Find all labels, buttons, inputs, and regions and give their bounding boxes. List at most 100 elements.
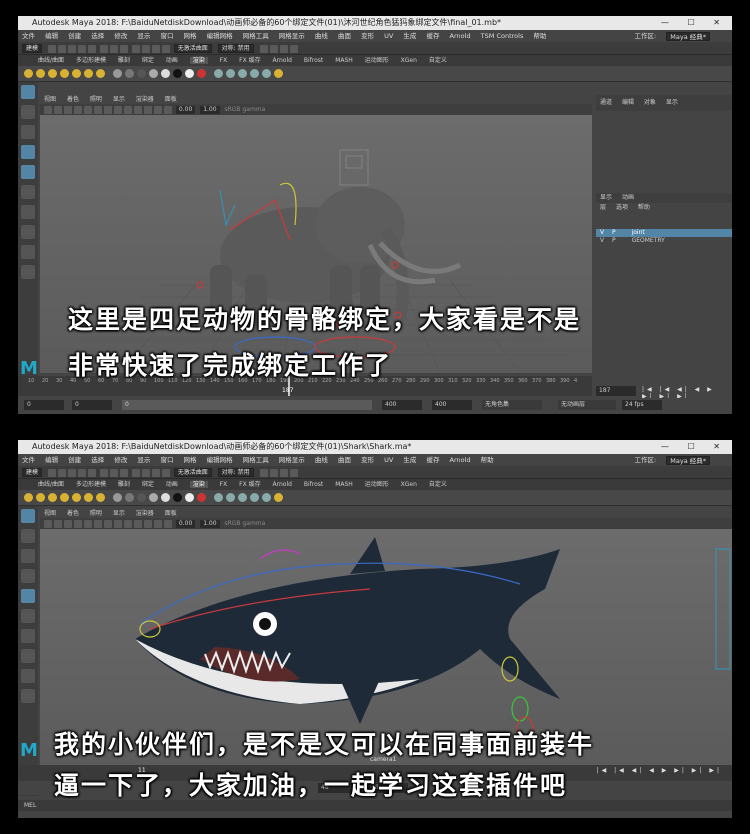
menu-display[interactable]: 显示 xyxy=(137,456,150,464)
hypershade-shelf-icon[interactable] xyxy=(262,69,272,78)
menu-generate[interactable]: 生成 xyxy=(403,456,416,464)
shelf-tab-bifrost[interactable]: Bifrost xyxy=(304,57,323,64)
menu-display[interactable]: 显示 xyxy=(137,32,150,40)
layered-shader-icon[interactable] xyxy=(197,69,207,78)
vp-menu-panels[interactable]: 面板 xyxy=(165,510,177,517)
render-view-icon[interactable] xyxy=(214,69,224,78)
layer-menu-layers[interactable]: 层 xyxy=(600,204,606,211)
snap-curve-icon[interactable] xyxy=(141,44,150,53)
playblast-icon[interactable] xyxy=(274,493,284,502)
light-icon[interactable] xyxy=(24,69,33,78)
menu-mesh-tools[interactable]: 网格工具 xyxy=(243,456,269,464)
layer-tab-display[interactable]: 显示 xyxy=(600,194,612,201)
range-start-2-field[interactable]: 0 xyxy=(72,400,112,410)
surface-shader-icon[interactable] xyxy=(149,493,159,502)
shelf-tab-poly[interactable]: 多边形建模 xyxy=(76,481,106,488)
layer-visible[interactable]: V xyxy=(600,237,604,244)
layer-menu-help[interactable]: 帮助 xyxy=(638,204,650,211)
menu-uv[interactable]: UV xyxy=(384,32,393,40)
area-light-icon[interactable] xyxy=(60,493,69,502)
xray-icon[interactable] xyxy=(154,105,162,114)
shelf-tab-fx[interactable]: FX xyxy=(220,57,228,64)
range-slider-bar[interactable]: 0 xyxy=(122,400,372,410)
shelf-tab-custom[interactable]: 自定义 xyxy=(429,57,447,64)
exposure-field[interactable]: 0.00 xyxy=(175,106,196,114)
select-object-icon[interactable] xyxy=(109,44,118,53)
range-start-field[interactable]: 0 xyxy=(24,400,64,410)
shelf-tab-rendering[interactable]: 渲染 xyxy=(189,481,208,488)
ipr-icon[interactable] xyxy=(238,493,248,502)
spot-light-icon[interactable] xyxy=(36,493,45,502)
lights-icon[interactable] xyxy=(134,105,142,114)
rotate-tool-icon[interactable] xyxy=(21,589,35,603)
shelf-tab-sculpt[interactable]: 雕刻 xyxy=(118,57,130,64)
menu-curves[interactable]: 曲线 xyxy=(315,456,328,464)
render-view-icon[interactable] xyxy=(214,493,224,502)
undo-icon[interactable] xyxy=(77,468,86,477)
window-controls[interactable]: — ☐ ✕ xyxy=(661,440,728,454)
save-scene-icon[interactable] xyxy=(67,468,76,477)
render-settings-shelf-icon[interactable] xyxy=(250,493,260,502)
menu-curves[interactable]: 曲线 xyxy=(315,32,328,40)
ipr-icon[interactable] xyxy=(238,69,248,78)
camera-attr-icon[interactable] xyxy=(54,105,62,114)
menu-arnold[interactable]: Arnold xyxy=(450,32,471,40)
shelf-tab-mash[interactable]: MASH xyxy=(335,57,353,64)
vp-menu-show[interactable]: 显示 xyxy=(113,510,125,517)
hypershade-shelf-icon[interactable] xyxy=(262,493,272,502)
shelf-tab-motion-graphics[interactable]: 运动图形 xyxy=(365,57,389,64)
channel-box[interactable] xyxy=(596,111,732,193)
workspace-value[interactable]: Maya 经典* xyxy=(666,31,710,41)
camera-select-icon[interactable] xyxy=(44,105,52,114)
vp-menu-view[interactable]: 视图 xyxy=(44,510,56,517)
area-light-icon[interactable] xyxy=(60,69,69,78)
side-view-icon[interactable] xyxy=(21,245,35,259)
menu-select[interactable]: 选择 xyxy=(91,32,104,40)
surface-shader-icon[interactable] xyxy=(149,69,159,78)
gamma-field[interactable]: 1.00 xyxy=(200,106,220,114)
shading-map-icon[interactable] xyxy=(173,69,183,78)
vp-menu-renderer[interactable]: 渲染器 xyxy=(136,96,154,103)
shelf-tab-arnold[interactable]: Arnold xyxy=(273,57,292,64)
color-space[interactable]: sRGB gamma xyxy=(224,106,265,113)
directional-light-icon[interactable] xyxy=(96,493,105,502)
scale-tool-icon[interactable] xyxy=(21,609,35,623)
select-hierarchy-icon[interactable] xyxy=(99,468,108,477)
layer-playback[interactable]: P xyxy=(612,229,616,236)
fps-dropdown[interactable]: 24 fps xyxy=(622,400,662,410)
object-menu[interactable]: 对象 xyxy=(644,99,656,106)
use-background-icon[interactable] xyxy=(185,493,195,502)
menu-mesh-tools[interactable]: 网格工具 xyxy=(243,32,269,40)
textured-icon[interactable] xyxy=(124,519,132,528)
exposure-field[interactable]: 0.00 xyxy=(175,520,196,528)
save-scene-icon[interactable] xyxy=(67,44,76,53)
bookmark-icon[interactable] xyxy=(64,105,72,114)
workspace-selector[interactable]: 工作区: Maya 经典* xyxy=(634,30,718,42)
menu-tsm-controls[interactable]: TSM Controls xyxy=(481,32,524,40)
menu-deform[interactable]: 变形 xyxy=(361,32,374,40)
move-tool-icon[interactable] xyxy=(21,569,35,583)
menu-file[interactable]: 文件 xyxy=(22,32,35,40)
menu-file[interactable]: 文件 xyxy=(22,456,35,464)
menu-edit-mesh[interactable]: 编辑网格 xyxy=(207,32,233,40)
use-background-icon[interactable] xyxy=(185,69,195,78)
menu-help[interactable]: 帮助 xyxy=(481,456,494,464)
range-end-2-field[interactable]: 400 xyxy=(432,400,472,410)
point-light-icon[interactable] xyxy=(48,69,57,78)
mode-dropdown[interactable]: 建模 xyxy=(22,468,43,477)
select-object-icon[interactable] xyxy=(109,468,118,477)
menu-windows[interactable]: 窗口 xyxy=(160,32,173,40)
snap-point-icon[interactable] xyxy=(151,44,160,53)
select-tool-icon[interactable] xyxy=(21,509,35,523)
char-set-field[interactable]: 无角色集 xyxy=(482,400,542,410)
show-menu[interactable]: 显示 xyxy=(666,99,678,106)
range-end-field[interactable]: 400 xyxy=(382,400,422,410)
shadows-icon[interactable] xyxy=(144,105,152,114)
menu-uv[interactable]: UV xyxy=(384,456,393,464)
symmetry-dropdown[interactable]: 对称: 禁用 xyxy=(217,468,254,477)
shelf-tab-animation[interactable]: 动画 xyxy=(166,57,178,64)
menu-edit[interactable]: 编辑 xyxy=(45,32,58,40)
layered-shader-icon[interactable] xyxy=(197,493,207,502)
film-gate-icon[interactable] xyxy=(94,105,102,114)
hypershade-icon[interactable] xyxy=(289,44,298,53)
